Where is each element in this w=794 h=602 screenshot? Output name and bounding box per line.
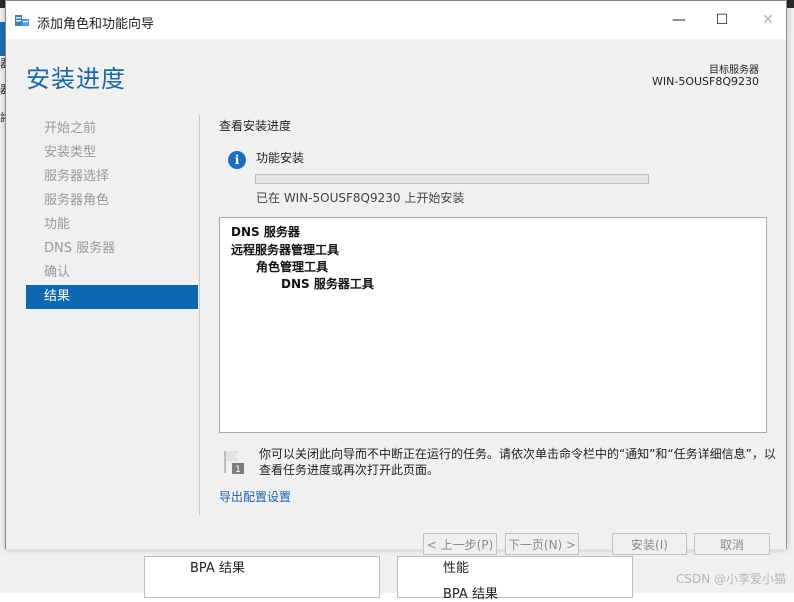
previous-button[interactable]: < 上一步(P) — [423, 533, 497, 555]
export-config-link[interactable]: 导出配置设置 — [219, 488, 291, 505]
nav-divider — [199, 115, 200, 515]
progress-label: 功能安装 — [256, 151, 305, 165]
background-panel-text: 性能 — [443, 561, 470, 576]
section-title: 查看安装进度 — [219, 119, 292, 133]
target-server-label: 目标服务器 — [709, 65, 759, 76]
target-server-name: WIN-5OUSF8Q9230 — [652, 75, 759, 88]
install-button[interactable]: 安装(I) — [612, 533, 687, 555]
notice-text: 你可以关闭此向导而不中断正在运行的任务。请依次单击命令栏中的“通知”和“任务详细… — [259, 447, 776, 477]
nav-item-server-selection: 服务器选择 — [44, 169, 110, 184]
result-item: 角色管理工具 — [256, 260, 329, 274]
result-item: DNS 服务器 — [231, 225, 300, 239]
background-panel-left: BPA 结果 — [144, 556, 380, 598]
result-item: 远程服务器管理工具 — [231, 243, 340, 257]
install-progress-bar — [255, 174, 649, 184]
progress-status: 已在 WIN-5OUSF8Q9230 上开始安装 — [256, 191, 465, 205]
nav-item-results[interactable]: 结果 — [26, 285, 198, 309]
nav-item-dns-server: DNS 服务器 — [44, 241, 116, 256]
nav-item-installation-type: 安装类型 — [44, 145, 97, 160]
nav-item-before-you-begin: 开始之前 — [44, 121, 97, 136]
title-bar[interactable]: 添加角色和功能向导 — ☐ ✕ — [6, 1, 786, 39]
server-manager-icon — [15, 15, 29, 26]
watermark: CSDN @小李爱小猫 — [675, 572, 786, 586]
page-title: 安装进度 — [26, 65, 126, 93]
wizard-steps-nav: 开始之前 安装类型 服务器选择 服务器角色 功能 DNS 服务器 确认 结果 — [26, 117, 198, 309]
add-roles-wizard-dialog: 添加角色和功能向导 — ☐ ✕ 安装进度 目标服务器 WIN-5OUSF8Q92… — [5, 0, 787, 555]
results-list[interactable]: DNS 服务器 远程服务器管理工具 角色管理工具 DNS 服务器工具 — [219, 217, 767, 433]
result-item: DNS 服务器工具 — [281, 277, 374, 291]
nav-item-confirmation: 确认 — [44, 265, 71, 280]
close-button[interactable]: ✕ — [751, 4, 785, 36]
svg-text:1: 1 — [235, 465, 241, 475]
info-icon: i — [228, 151, 246, 169]
nav-item-server-roles: 服务器角色 — [44, 193, 110, 208]
nav-item-features: 功能 — [44, 217, 71, 232]
background-panel-text: BPA 结果 — [190, 561, 245, 576]
wizard-footer: < 上一步(P) 下一页(N) > 安装(I) 取消 — [6, 522, 786, 555]
notification-flag-icon: 1 — [224, 451, 244, 475]
next-button[interactable]: 下一页(N) > — [505, 533, 579, 555]
maximize-button[interactable]: ☐ — [705, 4, 739, 36]
window-title: 添加角色和功能向导 — [37, 17, 155, 32]
background-window-right — [788, 8, 794, 593]
background-panel-right: 性能 BPA 结果 — [397, 556, 633, 602]
wizard-content: 安装进度 目标服务器 WIN-5OUSF8Q9230 开始之前 安装类型 服务器… — [6, 39, 786, 522]
minimize-button[interactable]: — — [662, 4, 696, 36]
cancel-button[interactable]: 取消 — [694, 533, 770, 555]
